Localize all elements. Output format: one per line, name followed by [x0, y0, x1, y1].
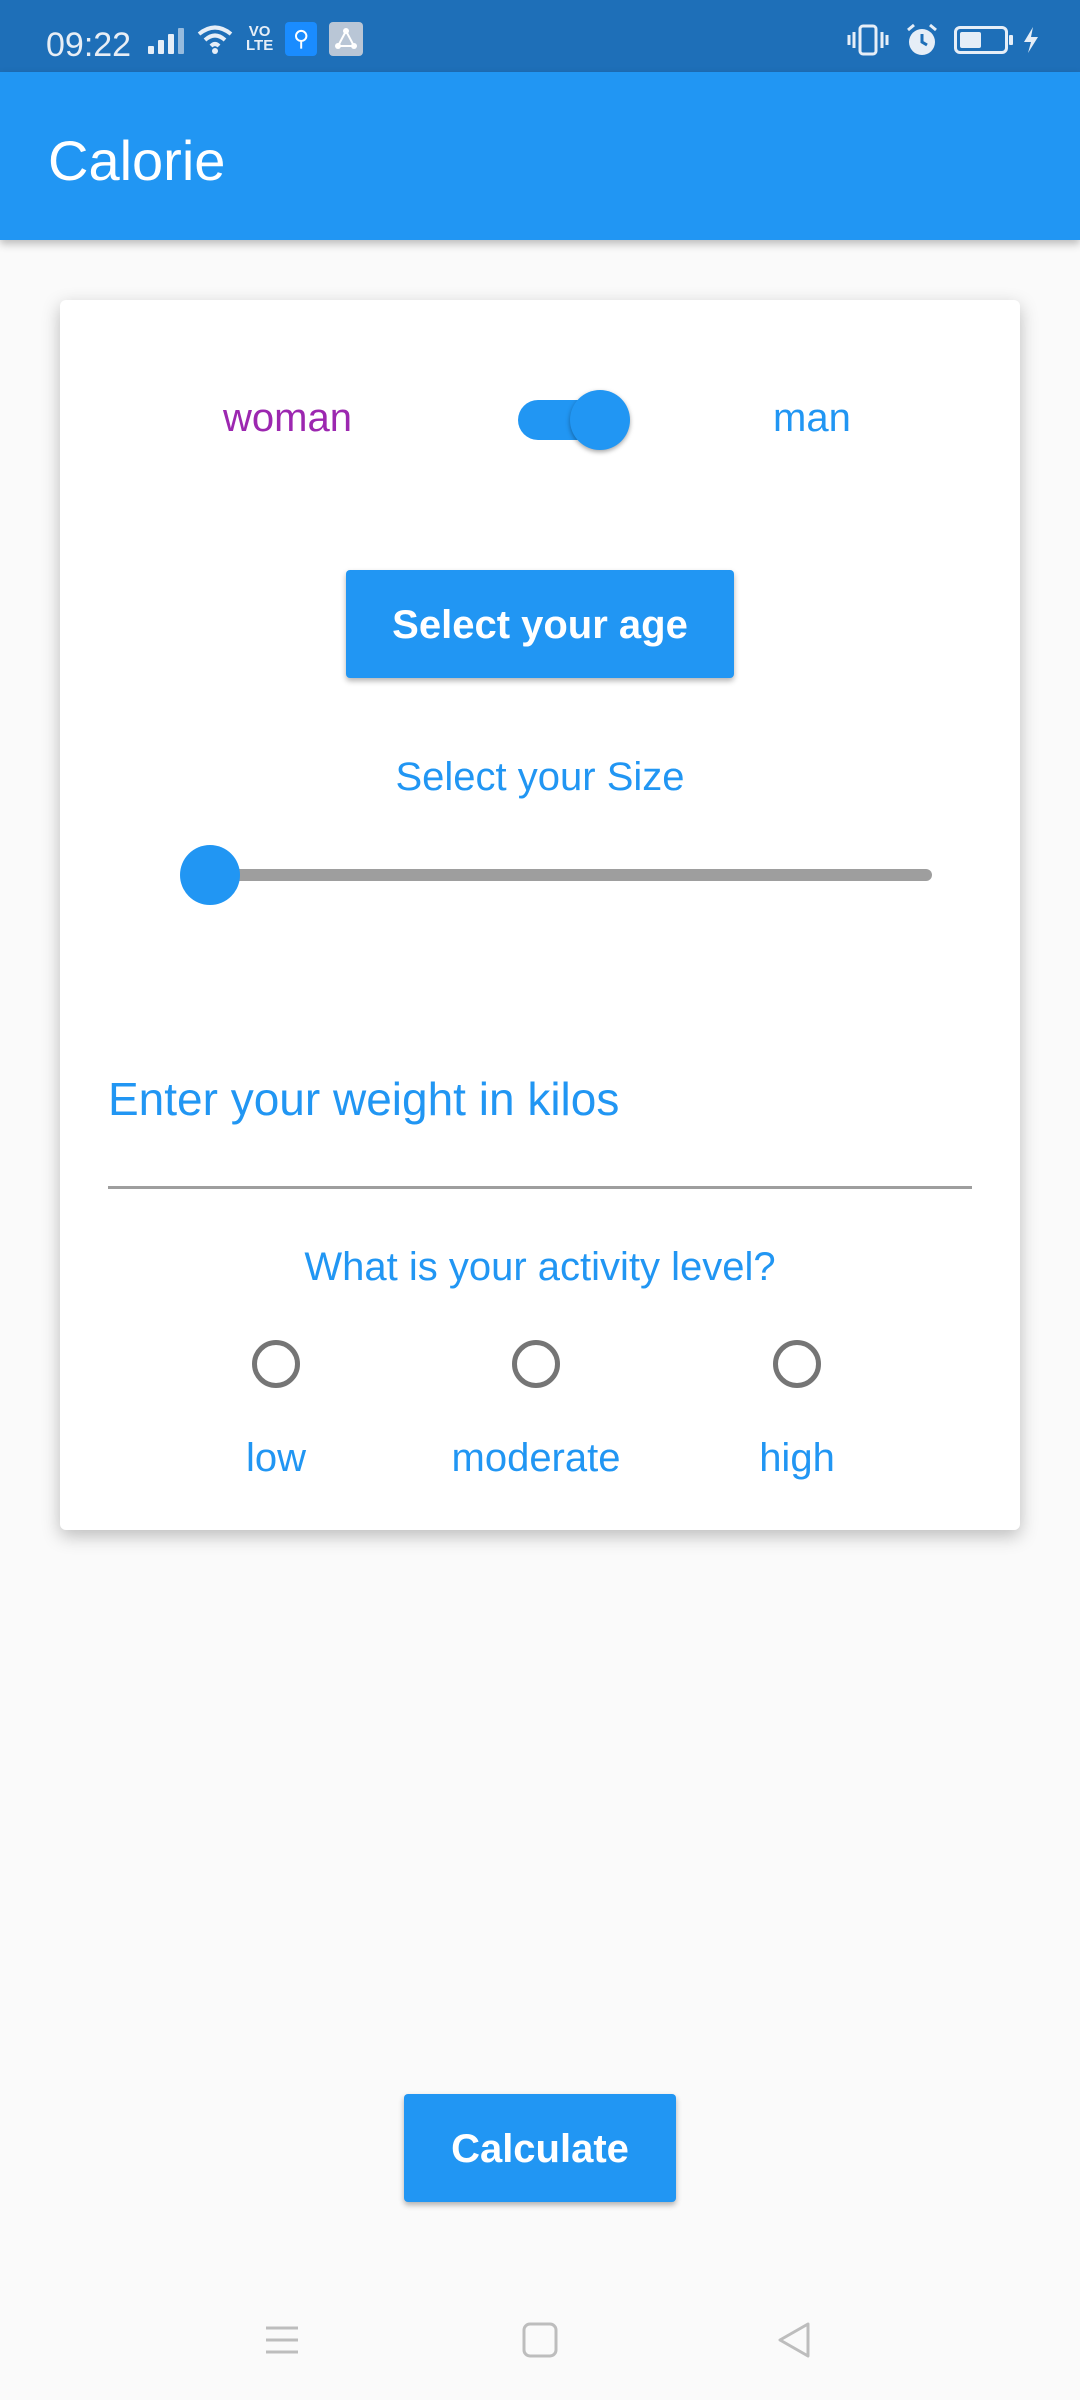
gender-switch[interactable]	[518, 390, 630, 450]
size-label: Select your Size	[395, 755, 685, 799]
alarm-icon	[907, 23, 937, 55]
app-bar: Calorie	[0, 72, 1080, 240]
gender-label-man: man	[773, 396, 851, 440]
status-time: 09:22	[46, 26, 132, 64]
radio-label-high: high	[759, 1436, 835, 1480]
slider-rail	[210, 869, 932, 881]
switch-thumb[interactable]	[570, 390, 630, 450]
gender-label-woman: woman	[223, 396, 352, 440]
slider-thumb[interactable]	[180, 845, 240, 905]
activity-question: What is your activity level?	[304, 1245, 776, 1289]
back-icon[interactable]	[774, 2320, 814, 2360]
weight-input[interactable]: Enter your weight in kilos	[108, 1060, 972, 1189]
calorie-form-card: woman man Select your age Select your Si…	[60, 300, 1020, 1530]
home-icon[interactable]	[520, 2320, 560, 2360]
vibrate-icon	[847, 24, 889, 56]
radio-high[interactable]	[773, 1340, 821, 1388]
wifi-icon	[197, 25, 233, 54]
navigation-bar	[0, 2280, 1080, 2400]
calculate-button[interactable]: Calculate	[404, 2094, 676, 2202]
app-title: Calorie	[48, 129, 226, 192]
radio-moderate[interactable]	[512, 1340, 560, 1388]
weight-placeholder: Enter your weight in kilos	[108, 1073, 620, 1125]
signal-icon	[148, 24, 184, 54]
radio-label-moderate: moderate	[451, 1436, 621, 1480]
size-slider[interactable]	[180, 845, 960, 905]
select-age-button[interactable]: Select your age	[346, 570, 734, 678]
status-bar: 09:22 VO LTE ⚲	[0, 0, 1080, 72]
radio-low[interactable]	[252, 1340, 300, 1388]
notification-icon	[329, 22, 364, 56]
status-right-icons	[846, 22, 1040, 58]
usb-icon: ⚲	[285, 22, 318, 56]
volte-icon: VO LTE	[246, 23, 274, 54]
charging-icon	[1024, 27, 1038, 53]
menu-icon[interactable]	[262, 2320, 302, 2360]
battery-icon	[954, 26, 1013, 54]
status-left-icons: VO LTE ⚲	[148, 22, 364, 56]
radio-label-low: low	[245, 1436, 307, 1480]
